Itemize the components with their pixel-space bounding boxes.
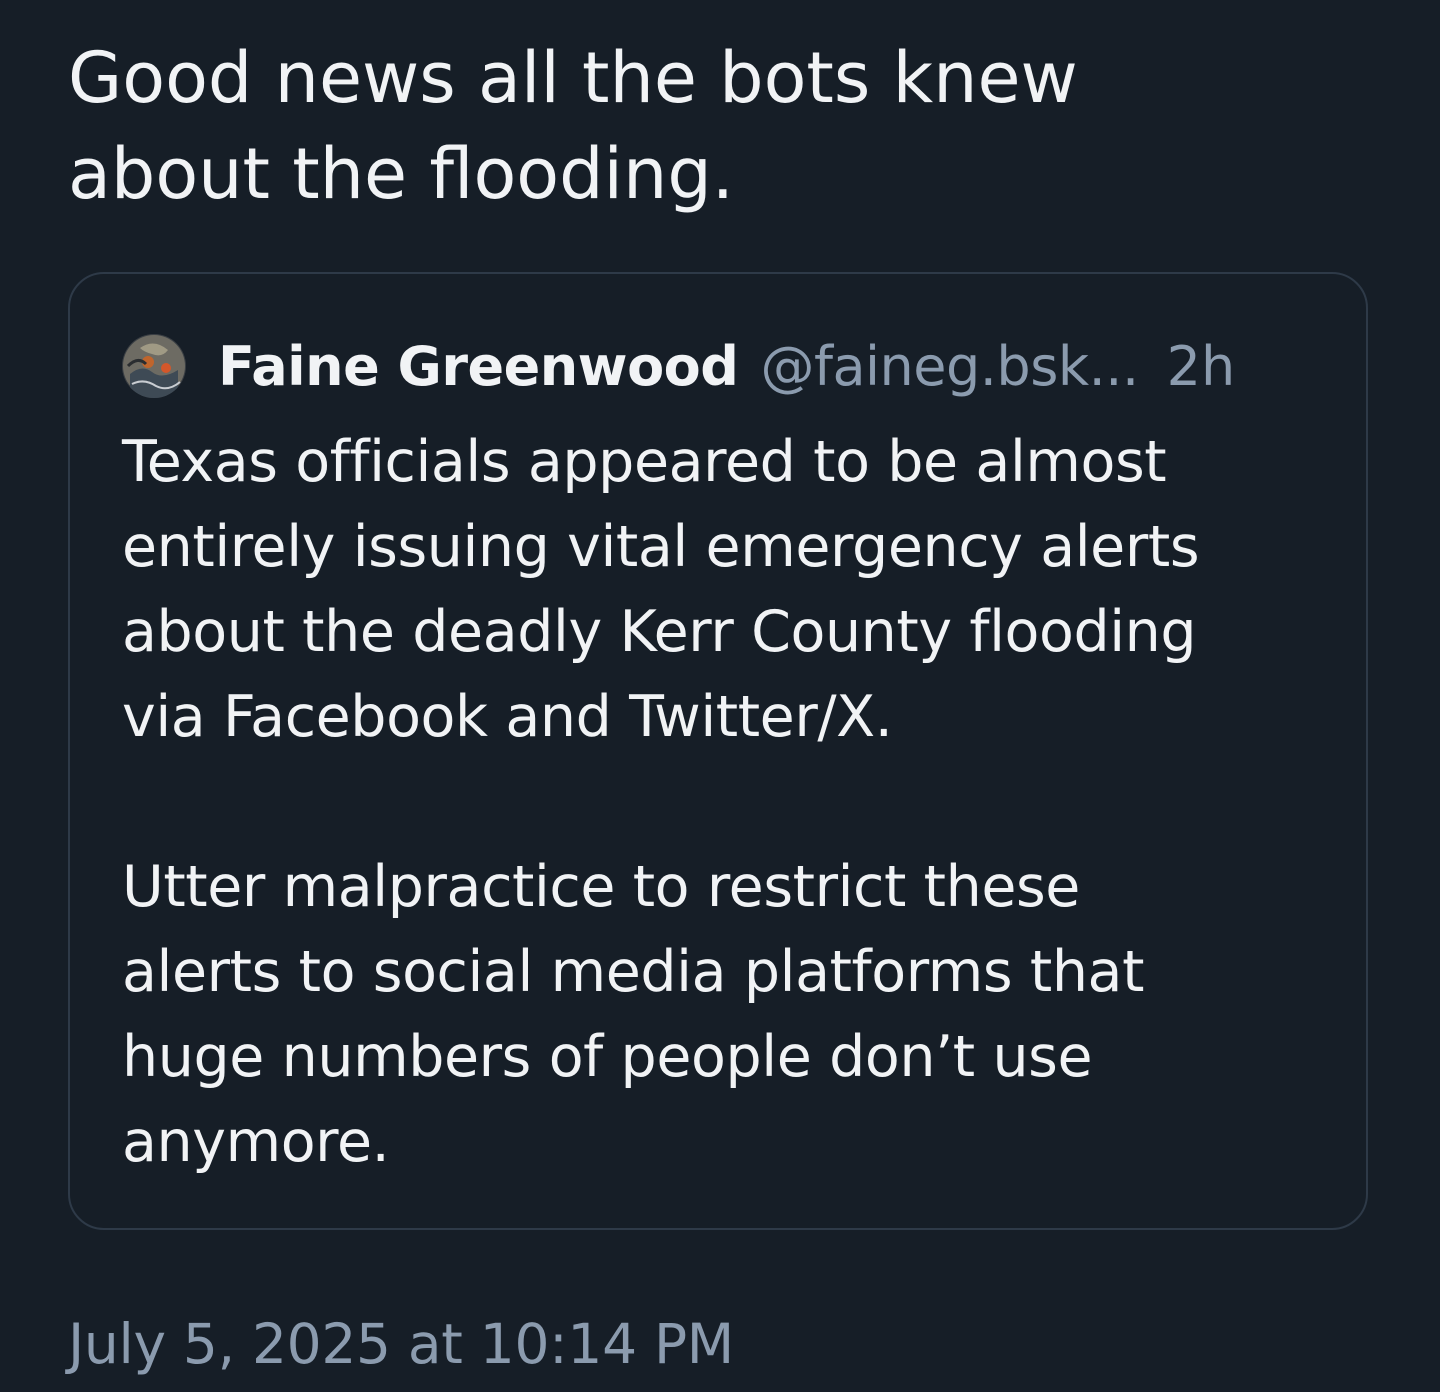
post-age: 2h bbox=[1166, 334, 1236, 398]
quoted-paragraph-2: Utter malpractice to restrict these aler… bbox=[122, 845, 1342, 1185]
quoted-text-line: huge numbers of people don’t use bbox=[122, 1024, 1093, 1090]
quoted-post-card[interactable]: Faine Greenwood @faineg.bsk... 2h Texas … bbox=[68, 272, 1368, 1230]
avatar-image bbox=[123, 335, 185, 398]
post-text: Good news all the bots knew about the flo… bbox=[68, 30, 1368, 222]
post-text-line: Good news all the bots knew bbox=[68, 37, 1078, 119]
post: Good news all the bots knew about the flo… bbox=[0, 0, 1440, 1392]
quoted-post-body: Texas officials appeared to be almost en… bbox=[122, 420, 1342, 1185]
quoted-post-header: Faine Greenwood @faineg.bsk... 2h bbox=[122, 330, 1342, 402]
quoted-text-line: Texas officials appeared to be almost bbox=[122, 429, 1167, 495]
quoted-text-line: via Facebook and Twitter/X. bbox=[122, 684, 893, 750]
author-handle[interactable]: @faineg.bsk... bbox=[760, 335, 1139, 398]
author-name[interactable]: Faine Greenwood bbox=[218, 335, 739, 398]
quoted-text-line: about the deadly Kerr County flooding bbox=[122, 599, 1197, 665]
quoted-text-line: anymore. bbox=[122, 1109, 390, 1175]
avatar[interactable] bbox=[122, 334, 186, 398]
post-timestamp[interactable]: July 5, 2025 at 10:14 PM bbox=[68, 1306, 734, 1382]
quoted-paragraph-1: Texas officials appeared to be almost en… bbox=[122, 420, 1342, 760]
quoted-text-line: Utter malpractice to restrict these bbox=[122, 854, 1080, 920]
quoted-text-line: entirely issuing vital emergency alerts bbox=[122, 514, 1200, 580]
post-text-line: about the flooding. bbox=[68, 133, 735, 215]
quoted-text-line: alerts to social media platforms that bbox=[122, 939, 1145, 1005]
